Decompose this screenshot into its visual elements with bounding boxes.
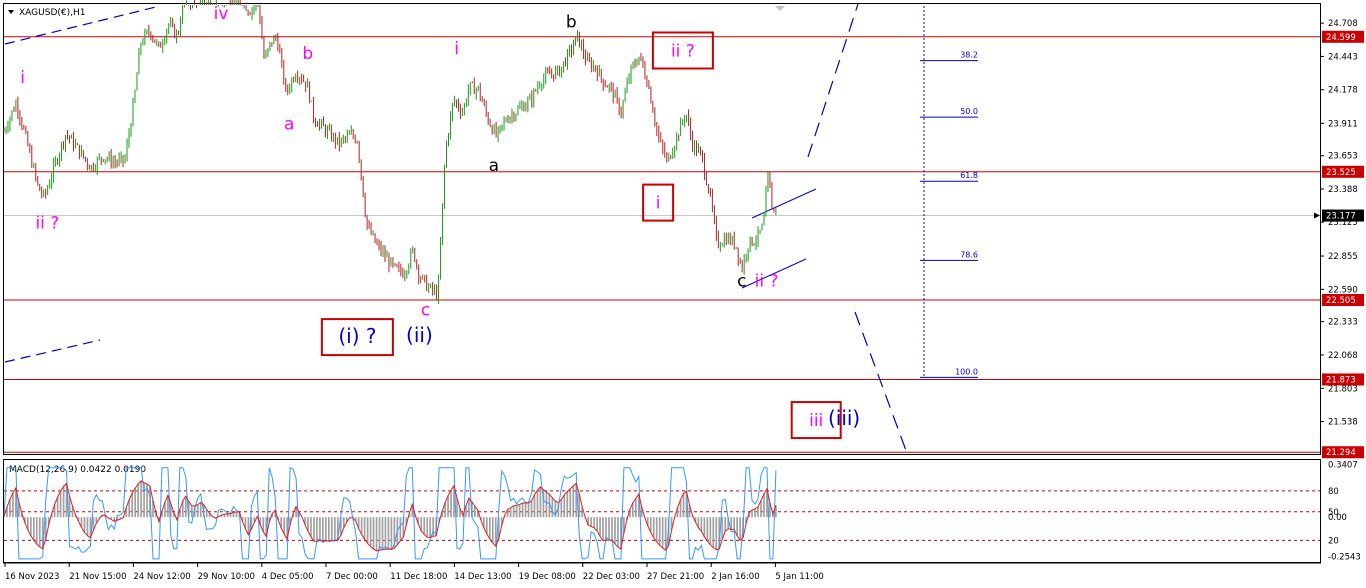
wave-label: i xyxy=(20,68,25,88)
price-tick-label: 23.653 xyxy=(1328,152,1358,162)
price-tick-label: 22.068 xyxy=(1328,351,1358,361)
wave-label: b xyxy=(566,13,577,33)
wave-label: ii ? xyxy=(755,272,779,292)
macd-tick-label: 80 xyxy=(1328,487,1339,497)
level-price-tag-label: 23.525 xyxy=(1326,168,1356,178)
macd-tick-label: 0.00 xyxy=(1328,513,1347,523)
wave-label: a xyxy=(284,114,294,134)
time-tick-label: 21 Nov 15:00 xyxy=(69,572,126,582)
wave-label: a xyxy=(489,156,499,176)
wave-label: b xyxy=(302,44,313,64)
time-tick-label: 29 Nov 10:00 xyxy=(198,572,255,582)
fib-level-label: 38.2 xyxy=(960,51,978,60)
wave-label: c xyxy=(421,300,430,320)
price-tick-label: 21.803 xyxy=(1328,384,1358,394)
symbol-label: XAGUSD(€),H1 xyxy=(19,8,85,18)
fib-level-label: 100.0 xyxy=(955,367,978,376)
price-tick-label: 24.708 xyxy=(1328,19,1358,29)
wave-label: (iii) xyxy=(828,406,860,430)
level-price-tag-label: 21.294 xyxy=(1326,448,1356,458)
time-tick-label: 2 Jan 16:00 xyxy=(711,572,759,582)
level-price-tag-label: 22.505 xyxy=(1326,296,1356,306)
price-tick-label: 24.443 xyxy=(1328,52,1358,62)
wave-label: c xyxy=(737,272,746,292)
wave-label: iii xyxy=(809,411,823,431)
price-tick-label: 23.388 xyxy=(1328,185,1358,195)
wave-label: ii ? xyxy=(35,214,59,234)
level-price-tag-label: 24.599 xyxy=(1326,33,1356,43)
wave-label: (i) ? xyxy=(338,324,376,348)
time-tick-label: 5 Jan 11:00 xyxy=(775,572,823,582)
price-tick-label: 22.855 xyxy=(1328,252,1358,262)
time-tick-label: 4 Dec 05:00 xyxy=(262,572,314,582)
wave-label: i xyxy=(656,194,661,214)
wave-label: ii ? xyxy=(671,42,695,62)
macd-tick-label: 20 xyxy=(1328,536,1339,546)
wave-label: (ii) xyxy=(406,323,433,347)
price-tick-label: 21.538 xyxy=(1328,418,1358,428)
price-tick-label: 24.178 xyxy=(1328,86,1358,96)
time-tick-label: 27 Dec 21:00 xyxy=(647,572,704,582)
wave-label: i xyxy=(454,39,459,59)
level-price-tag-label: 21.873 xyxy=(1326,375,1356,385)
fib-level-label: 50.0 xyxy=(960,107,978,116)
macd-tick-label: -0.2543 xyxy=(1328,552,1361,562)
fib-level-label: 78.6 xyxy=(960,250,978,259)
time-tick-label: 7 Dec 00:00 xyxy=(326,572,378,582)
time-tick-label: 11 Dec 18:00 xyxy=(390,572,447,582)
price-chart[interactable]: XAGUSD(€),H1 MACD(12,26,9) 0.0422 0.0190… xyxy=(0,0,1366,588)
price-tick-label: 22.590 xyxy=(1328,285,1358,295)
price-tick-label: 22.333 xyxy=(1328,318,1358,328)
current-price-tag-label: 23.177 xyxy=(1326,212,1356,222)
price-tick-label: 23.911 xyxy=(1328,119,1358,129)
wave-label: iv xyxy=(214,4,229,24)
macd-tick-label: 0.3407 xyxy=(1328,461,1358,471)
time-tick-label: 14 Dec 13:00 xyxy=(454,572,511,582)
fib-level-label: 61.8 xyxy=(960,171,978,180)
time-tick-label: 22 Dec 03:00 xyxy=(583,572,640,582)
time-tick-label: 16 Nov 2023 xyxy=(5,572,59,582)
time-tick-label: 24 Nov 12:00 xyxy=(133,572,190,582)
time-tick-label: 19 Dec 08:00 xyxy=(519,572,576,582)
